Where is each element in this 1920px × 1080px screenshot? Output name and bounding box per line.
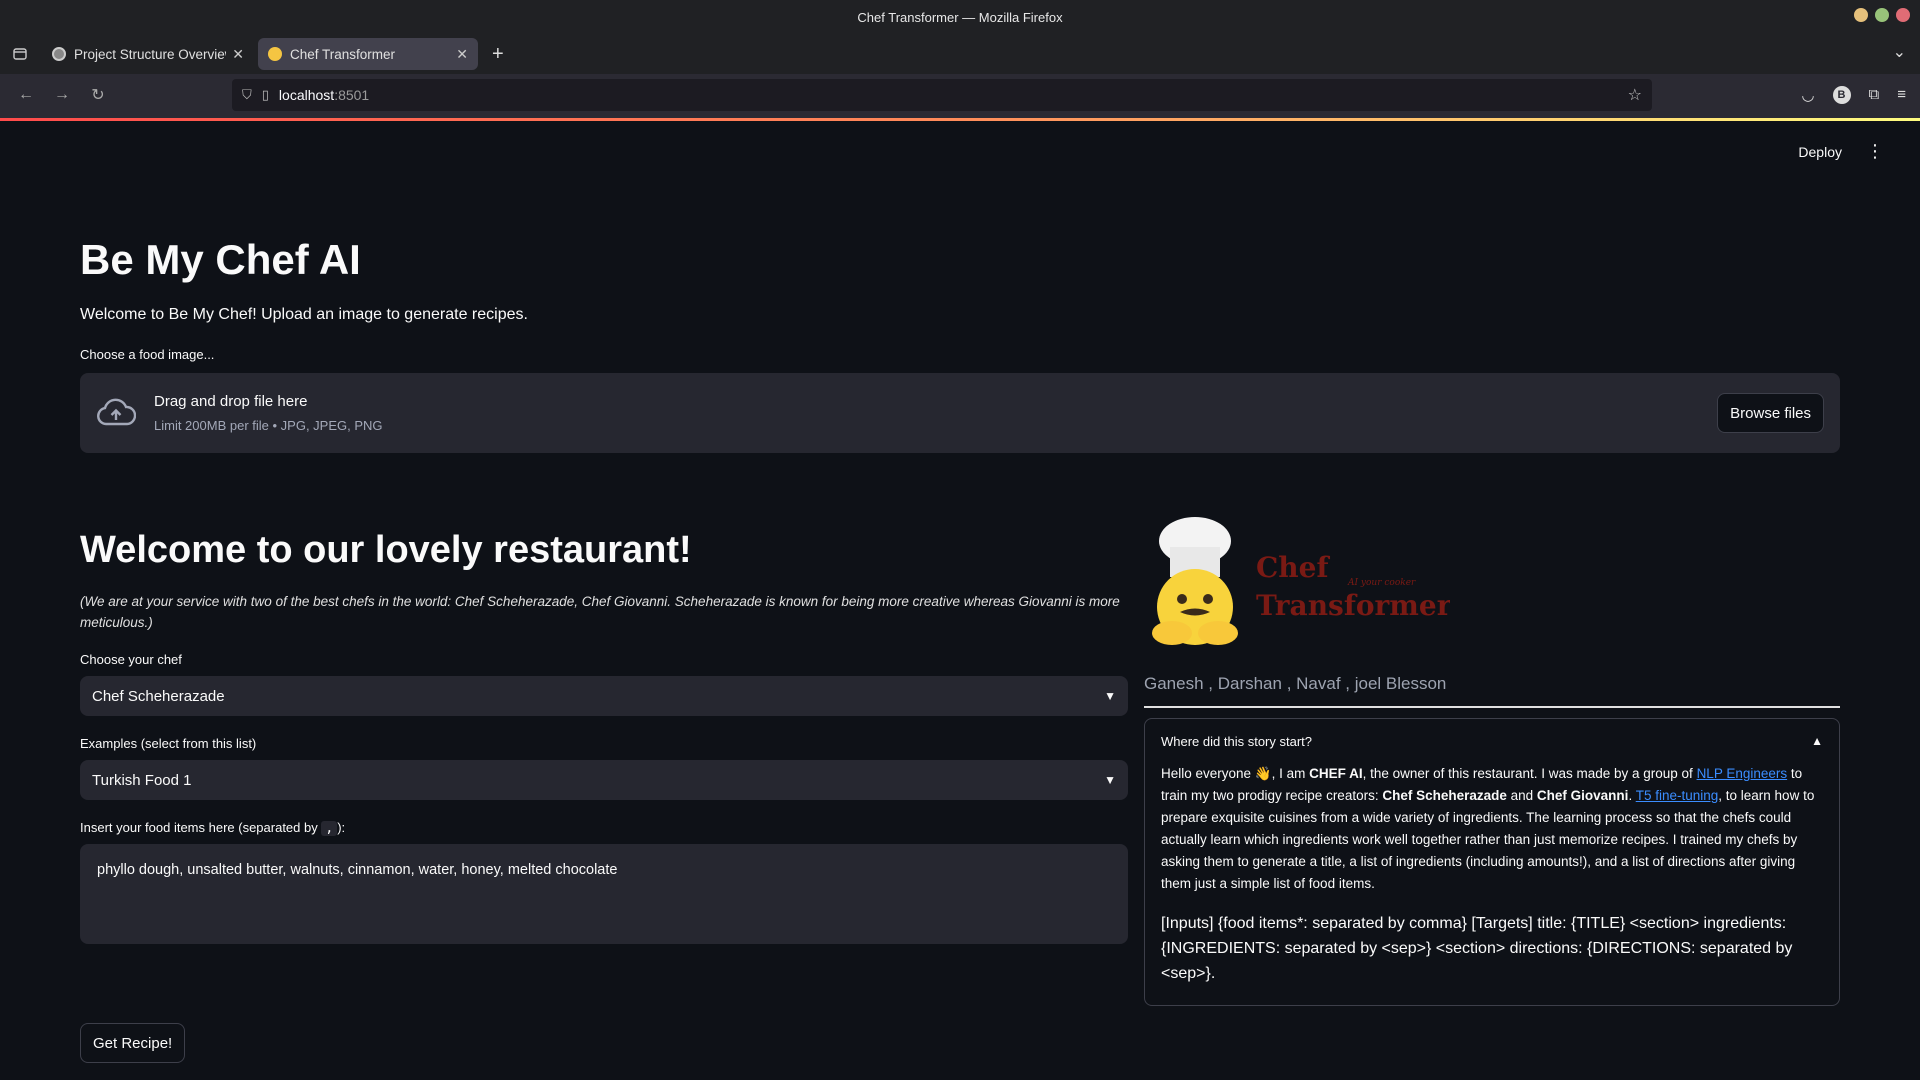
close-tab-icon[interactable]: ✕ xyxy=(232,46,244,63)
chevron-down-icon[interactable]: ⌄ xyxy=(1893,42,1906,62)
account-avatar[interactable]: B xyxy=(1832,85,1851,104)
dropzone-text: Drag and drop file here Limit 200MB per … xyxy=(154,393,383,433)
toolbar-right: ◡ B ⧉ ≡ xyxy=(1801,85,1906,104)
examples-select[interactable]: Turkish Food 1 ▼ xyxy=(80,760,1128,800)
t5-finetuning-link[interactable]: T5 fine-tuning xyxy=(1636,788,1719,803)
menu-icon[interactable]: ≡ xyxy=(1897,86,1906,103)
get-recipe-button[interactable]: Get Recipe! xyxy=(80,1023,186,1063)
extensions-icon[interactable]: ⧉ xyxy=(1869,86,1880,103)
food-items-label-prefix: Insert your food items here (separated b… xyxy=(80,820,322,835)
cloud-upload-icon xyxy=(97,398,136,426)
food-items-label: Insert your food items here (separated b… xyxy=(80,820,345,836)
page-icon: ▯ xyxy=(261,86,269,102)
url-port: :8501 xyxy=(334,86,370,103)
examples-select-label: Examples (select from this list) xyxy=(80,736,257,751)
intro-text: Welcome to Be My Chef! Upload an image t… xyxy=(80,306,528,323)
minimize-button[interactable] xyxy=(1854,8,1868,22)
browser-window: Chef Transformer — Mozilla Firefox Proje… xyxy=(0,0,1920,1080)
story-text: , the owner of this restaurant. I was ma… xyxy=(1362,766,1697,781)
reload-icon[interactable]: ↻ xyxy=(84,81,112,109)
navigation-bar: ← → ↻ ⛉ ▯ localhost:8501 ☆ ◡ B ⧉ ≡ xyxy=(0,74,1920,118)
story-expander-body: Hello everyone 👋, I am CHEF AI, the owne… xyxy=(1145,763,1839,986)
tab-chef-transformer[interactable]: Chef Transformer ✕ xyxy=(258,38,478,70)
dropzone-title: Drag and drop file here xyxy=(154,393,308,410)
kebab-menu-icon[interactable]: ⋮ xyxy=(1866,141,1884,162)
food-items-label-suffix: ): xyxy=(337,820,346,835)
close-tab-icon[interactable]: ✕ xyxy=(456,46,468,63)
maximize-button[interactable] xyxy=(1875,8,1889,22)
tab-list-icon[interactable] xyxy=(8,42,32,66)
story-text: Hello everyone 👋, I am xyxy=(1161,766,1310,781)
url-bar[interactable]: ⛉ ▯ localhost:8501 ☆ xyxy=(232,78,1652,111)
story-text: . xyxy=(1628,788,1636,803)
new-tab-icon[interactable]: + xyxy=(492,43,504,66)
close-window-button[interactable] xyxy=(1896,8,1910,22)
tab-project-structure[interactable]: Project Structure Overview ✕ xyxy=(42,38,254,70)
chef-select-label: Choose your chef xyxy=(80,652,182,667)
divider xyxy=(1144,706,1840,708)
chevron-up-icon[interactable]: ▲ xyxy=(1811,734,1823,748)
tab-label: Chef Transformer xyxy=(290,46,396,62)
chef-favicon-icon xyxy=(268,47,282,61)
chef-select[interactable]: Chef Scheherazade ▼ xyxy=(80,676,1128,716)
dropzone-limit: Limit 200MB per file • JPG, JPEG, PNG xyxy=(154,418,383,433)
story-bold: Chef Giovanni xyxy=(1536,788,1629,803)
forward-icon[interactable]: → xyxy=(48,81,76,109)
window-controls xyxy=(1854,8,1910,22)
url-host: localhost xyxy=(278,86,335,103)
service-note: (We are at your service with two of the … xyxy=(80,594,1120,630)
bookmark-star-icon[interactable]: ☆ xyxy=(1628,85,1642,105)
back-icon[interactable]: ← xyxy=(12,81,40,109)
food-items-textarea[interactable]: phyllo dough, unsalted butter, walnuts, … xyxy=(80,844,1128,944)
tab-label: Project Structure Overview xyxy=(74,46,227,62)
story-bold: CHEF AI xyxy=(1309,766,1363,781)
story-text: , to learn how to prepare exquisite cuis… xyxy=(1161,788,1815,891)
url-text[interactable]: localhost:8501 xyxy=(279,87,369,103)
story-expander-title: Where did this story start? xyxy=(1161,733,1312,749)
window-title: Chef Transformer — Mozilla Firefox xyxy=(857,9,1063,25)
chevron-down-icon: ▼ xyxy=(1104,773,1116,787)
pocket-icon[interactable]: ◡ xyxy=(1801,86,1814,104)
browse-files-button[interactable]: Browse files xyxy=(1717,393,1824,433)
github-icon xyxy=(52,47,66,61)
chef-select-value: Chef Scheherazade xyxy=(92,687,225,705)
examples-select-value: Turkish Food 1 xyxy=(92,771,192,789)
shield-icon[interactable]: ⛉ xyxy=(242,87,252,103)
logo-text-line1: Chef xyxy=(1256,551,1330,584)
logo-text-line2: Transformer xyxy=(1256,589,1450,622)
chef-transformer-logo: Chef Transformer AI your cooker xyxy=(1152,517,1450,645)
credits: Ganesh , Darshan , Navaf , joel Blesson xyxy=(1144,674,1447,693)
story-paragraph: Hello everyone 👋, I am CHEF AI, the owne… xyxy=(1161,763,1823,895)
chevron-down-icon: ▼ xyxy=(1104,689,1116,703)
file-dropzone[interactable]: Drag and drop file here Limit 200MB per … xyxy=(80,373,1840,453)
nlp-engineers-link[interactable]: NLP Engineers xyxy=(1697,766,1788,781)
streamlit-app: Deploy ⋮ Be My Chef AI Welcome to Be My … xyxy=(0,121,1920,1080)
welcome-heading: Welcome to our lovely restaurant! xyxy=(80,529,692,571)
story-expander-header[interactable]: Where did this story start? ▲ xyxy=(1145,719,1839,763)
deploy-button[interactable]: Deploy xyxy=(1798,144,1842,160)
tab-bar: Project Structure Overview ✕ Chef Transf… xyxy=(0,34,1920,74)
logo-tagline: AI your cooker xyxy=(1347,578,1416,588)
story-text: and xyxy=(1506,788,1537,803)
title-bar: Chef Transformer — Mozilla Firefox xyxy=(0,0,1920,34)
story-expander: Where did this story start? ▲ Hello ever… xyxy=(1144,718,1840,1006)
uploader-label: Choose a food image... xyxy=(80,347,215,362)
page-title: Be My Chef AI xyxy=(80,236,361,283)
story-bold: Chef Scheherazade xyxy=(1382,788,1507,803)
story-schema: [Inputs] {food items*: separated by comm… xyxy=(1161,915,1793,982)
separator-code: , xyxy=(321,821,338,836)
